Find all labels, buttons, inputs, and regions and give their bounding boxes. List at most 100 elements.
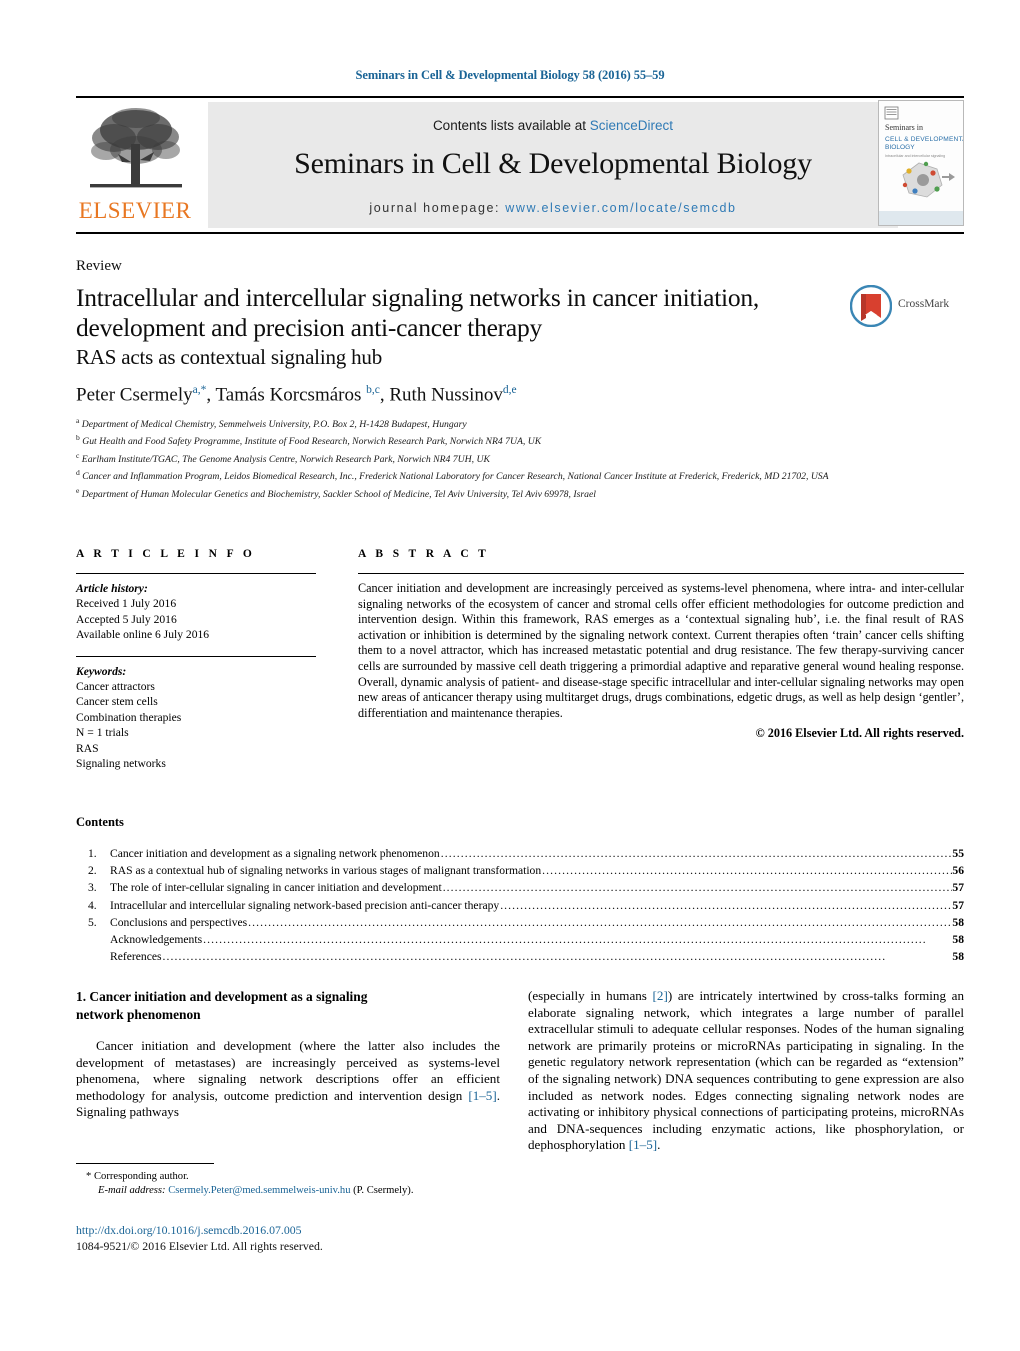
citation-link[interactable]: [1–5] xyxy=(629,1137,657,1152)
toc-leader: ........................................… xyxy=(162,950,887,964)
affiliation-mark: c xyxy=(76,450,80,460)
homepage-prefix: journal homepage: xyxy=(369,201,506,215)
paragraph-text: ) are intricately intertwined by cross-t… xyxy=(528,988,964,1153)
elsevier-wordmark: ELSEVIER xyxy=(78,198,192,223)
toc-label[interactable]: Conclusions and perspectives xyxy=(110,914,247,931)
history-accepted: Accepted 5 July 2016 xyxy=(76,612,177,626)
article-type: Review xyxy=(76,258,122,274)
author-2: , Tamás Korcsmáros xyxy=(206,384,367,406)
toc-page: 58 xyxy=(952,933,964,947)
keyword-item: N = 1 trials xyxy=(76,726,129,740)
citation-link[interactable]: [1–5] xyxy=(468,1088,496,1103)
doi-link[interactable]: http://dx.doi.org/10.1016/j.semcdb.2016.… xyxy=(76,1222,323,1238)
toc-entry[interactable]: 1. Cancer initiation and development as … xyxy=(76,845,964,862)
running-head: Seminars in Cell & Developmental Biology… xyxy=(355,68,665,82)
keyword-item: Cancer stem cells xyxy=(76,695,158,709)
toc-leader: ........................................… xyxy=(542,864,952,878)
email-link[interactable]: Csermely.Peter@med.semmelweis-univ.hu xyxy=(168,1185,350,1196)
author-3: , Ruth Nussinov xyxy=(379,384,503,406)
article-info-section: A R T I C L E I N F O Article history: R… xyxy=(76,548,316,771)
article-page: Seminars in Cell & Developmental Biology… xyxy=(0,0,1020,1351)
crossmark-badge[interactable]: CrossMark xyxy=(850,285,958,329)
page-title: Intracellular and intercellular signalin… xyxy=(76,283,836,371)
footnote-block: * Corresponding author. E-mail address: … xyxy=(76,1163,500,1198)
author-1-affil-marks[interactable]: a,* xyxy=(193,384,207,396)
doi-block: http://dx.doi.org/10.1016/j.semcdb.2016.… xyxy=(76,1222,323,1254)
toc-label[interactable]: The role of inter-cellular signaling in … xyxy=(110,879,442,896)
toc-entry[interactable]: 5. Conclusions and perspectives ........… xyxy=(76,914,964,931)
toc-label[interactable]: Intracellular and intercellular signalin… xyxy=(110,897,499,914)
masthead-band: Contents lists available at ScienceDirec… xyxy=(208,102,898,228)
toc-number: 5. xyxy=(88,915,97,929)
journal-cover-thumbnail: Seminars in CELL & DEVELOPMENTAL BIOLOGY… xyxy=(878,100,964,226)
paragraph-text-head: (especially in humans xyxy=(528,988,653,1003)
paragraph-text: Cancer initiation and development (where… xyxy=(76,1038,500,1103)
toc-leader: ........................................… xyxy=(203,933,927,947)
section-heading: 1. Cancer initiation and development as … xyxy=(76,988,500,1023)
body-paragraph: (especially in humans [2]) are intricate… xyxy=(528,988,964,1154)
toc-entry[interactable]: 2. RAS as a contextual hub of signaling … xyxy=(76,862,964,879)
keywords-label: Keywords: xyxy=(76,664,127,678)
email-label: E-mail address: xyxy=(98,1185,166,1196)
homepage-url-link[interactable]: www.elsevier.com/locate/semcdb xyxy=(505,201,736,215)
issn-copyright: 1084-9521/© 2016 Elsevier Ltd. All right… xyxy=(76,1239,323,1253)
toc-label[interactable]: Acknowledgements xyxy=(110,931,202,948)
keyword-item: Signaling networks xyxy=(76,757,166,771)
corresponding-label: Corresponding author. xyxy=(93,1171,189,1182)
toc-number: 2. xyxy=(88,864,97,878)
affiliation-mark: a xyxy=(76,416,80,425)
crossmark-icon xyxy=(850,285,892,327)
svg-text:BIOLOGY: BIOLOGY xyxy=(885,144,915,151)
toc-entry[interactable]: 4. Intracellular and intercellular signa… xyxy=(76,897,964,914)
journal-title: Seminars in Cell & Developmental Biology xyxy=(294,147,812,180)
affiliation-text: Cancer and Inflammation Program, Leidos … xyxy=(82,471,829,483)
affiliation-item: e Department of Human Molecular Genetics… xyxy=(76,484,936,501)
journal-cover-image: Seminars in CELL & DEVELOPMENTAL BIOLOGY… xyxy=(879,101,963,225)
toc-page: 57 xyxy=(952,881,964,895)
affiliation-item: c Earlham Institute/TGAC, The Genome Ana… xyxy=(76,449,936,466)
toc-label[interactable]: RAS as a contextual hub of signaling net… xyxy=(110,862,541,879)
table-of-contents: 1. Cancer initiation and development as … xyxy=(76,845,964,965)
affiliation-mark: e xyxy=(76,485,80,495)
contents-available-prefix: Contents lists available at xyxy=(432,118,590,133)
sciencedirect-link[interactable]: ScienceDirect xyxy=(590,118,673,133)
paragraph-text-tail: . xyxy=(657,1137,661,1153)
toc-entry[interactable]: References .............................… xyxy=(76,948,964,965)
article-history: Article history: Received 1 July 2016 Ac… xyxy=(76,581,316,643)
corresponding-marker: * xyxy=(86,1171,92,1182)
toc-number: 3. xyxy=(88,881,97,895)
article-history-label: Article history: xyxy=(76,582,148,595)
abstract-section: A B S T R A C T Cancer initiation and de… xyxy=(358,548,964,741)
toc-leader: ........................................… xyxy=(500,898,953,912)
toc-page: 56 xyxy=(952,864,964,878)
footnote-rule xyxy=(76,1163,214,1164)
abstract-copyright: © 2016 Elsevier Ltd. All rights reserved… xyxy=(755,726,964,741)
article-info-rule xyxy=(76,573,316,574)
affiliation-item: a Department of Medical Chemistry, Semme… xyxy=(76,414,936,431)
toc-page: 57 xyxy=(952,898,964,912)
title-subtitle: RAS acts as contextual signaling hub xyxy=(76,345,383,369)
history-received: Received 1 July 2016 xyxy=(76,597,177,611)
author-2-affil-marks[interactable]: b,c xyxy=(366,384,380,396)
svg-text:Intracellular and intercellula: Intracellular and intercellular signalin… xyxy=(885,154,945,158)
contents-heading: Contents xyxy=(76,815,124,829)
citation-link[interactable]: [2] xyxy=(653,988,668,1003)
abstract-rule xyxy=(358,573,964,574)
affiliation-mark: b xyxy=(76,433,80,443)
affiliation-text: Department of Human Molecular Genetics a… xyxy=(81,488,596,500)
affiliation-item: d Cancer and Inflammation Program, Leido… xyxy=(76,466,936,483)
elsevier-tree-icon xyxy=(90,108,182,188)
affiliations: a Department of Medical Chemistry, Semme… xyxy=(76,414,936,501)
keywords-rule xyxy=(76,655,316,657)
toc-entry[interactable]: 3. The role of inter-cellular signaling … xyxy=(76,879,964,896)
toc-leader: ........................................… xyxy=(440,847,953,860)
toc-entry[interactable]: Acknowledgements .......................… xyxy=(76,931,964,948)
affiliation-mark: d xyxy=(76,468,80,478)
affiliation-text: Earlham Institute/TGAC, The Genome Analy… xyxy=(81,454,490,466)
history-online: Available online 6 July 2016 xyxy=(76,628,210,642)
affiliation-text: Department of Medical Chemistry, Semmelw… xyxy=(81,419,467,431)
keyword-item: Combination therapies xyxy=(76,710,182,724)
toc-label[interactable]: References xyxy=(110,948,162,965)
author-3-affil-marks[interactable]: d,e xyxy=(503,384,517,396)
toc-label[interactable]: Cancer initiation and development as a s… xyxy=(110,845,440,862)
